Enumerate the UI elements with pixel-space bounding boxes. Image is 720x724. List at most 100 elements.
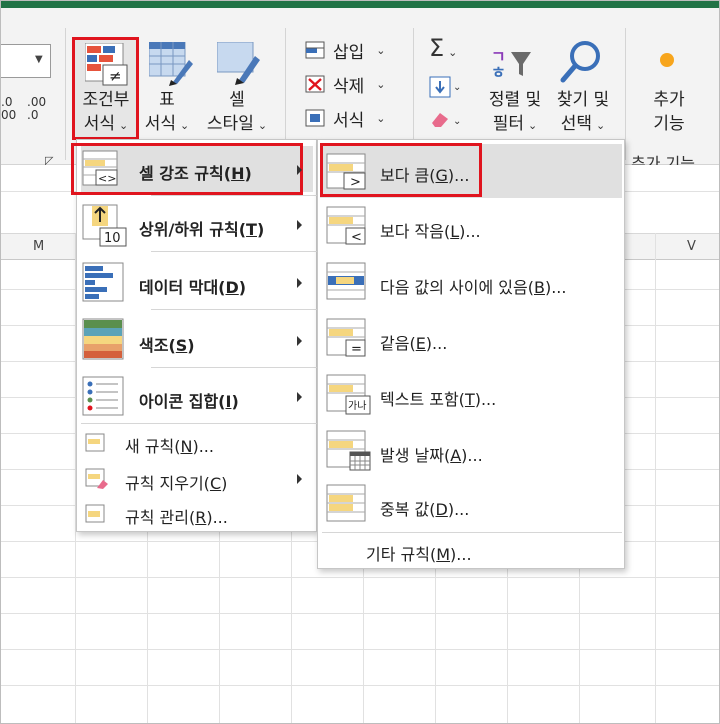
menu-separator — [151, 367, 317, 368]
highlight-rules-label: 셀 강조 규칙( — [139, 164, 232, 183]
chevron-down-icon: ⌄ — [119, 119, 129, 132]
menu-item-data-bars[interactable]: 데이터 막대(D) — [77, 254, 317, 308]
increase-decimal-icon: .0 00 — [1, 95, 17, 122]
conditional-formatting-menu: <> 셀 강조 규칙(H) 10 상위/하위 규칙(T) 데이터 막대(D) 색… — [71, 139, 317, 532]
icon-sets-icon — [82, 376, 124, 416]
fill-button[interactable]: ⌄ — [429, 76, 463, 102]
between-label: 다음 값의 사이에 있음( — [380, 278, 534, 297]
sort-filter-label-2: 필터 — [492, 114, 525, 134]
chevron-down-icon: ⌄ — [376, 44, 386, 57]
number-format-dropdown[interactable] — [1, 44, 51, 78]
text-contains-icon: 가나 — [326, 374, 371, 415]
manage-rules-label: 규칙 관리( — [125, 508, 196, 527]
color-scales-end: ) — [187, 336, 195, 355]
menu-item-equal-to[interactable]: = 같음(E)... — [318, 310, 624, 366]
svg-text:<>: <> — [98, 172, 116, 185]
menu-item-between[interactable]: 다음 값의 사이에 있음(B)... — [318, 254, 624, 310]
menu-item-date-occurring[interactable]: 발생 날짜(A)... — [318, 422, 624, 478]
submenu-arrow-icon — [297, 278, 302, 288]
manage-rules-icon — [85, 504, 105, 523]
menu-item-highlight-cells-rules[interactable]: <> 셀 강조 규칙(H) — [77, 146, 317, 192]
menu-separator — [81, 423, 317, 424]
chevron-down-icon: ⌄ — [596, 119, 606, 132]
top-bottom-end: ) — [256, 220, 265, 239]
sort-filter-label-1: 정렬 및 — [488, 90, 542, 110]
menu-item-more-rules[interactable]: 기타 규칙(M)... — [318, 535, 624, 567]
highlight-rules-key: H — [231, 164, 245, 183]
more-rules-end: )... — [450, 545, 472, 564]
highlight-cells-rules-submenu: > 보다 큼(G)... < 보다 작음(L)... 다음 값의 사이에 있음(… — [317, 139, 625, 569]
menu-item-less-than[interactable]: < 보다 작음(L)... — [318, 198, 624, 254]
cell-styles-icon — [217, 42, 260, 85]
addins-button[interactable]: 추가 기능 — [641, 88, 697, 136]
duplicate-values-icon — [326, 484, 366, 522]
equal-to-icon: = — [326, 318, 366, 357]
equal-to-key: E — [415, 334, 426, 353]
sort-filter-button[interactable]: 정렬 및 필터 ⌄ — [479, 88, 551, 138]
duplicate-values-label: 중복 값( — [380, 500, 436, 519]
more-rules-label: 기타 규칙( — [366, 545, 437, 564]
find-select-label-2: 선택 — [560, 114, 593, 134]
manage-rules-end: )... — [206, 508, 228, 527]
greater-than-icon: > — [326, 153, 366, 190]
insert-cells-button[interactable]: 삽입 ⌄ — [305, 38, 386, 63]
menu-item-clear-rules[interactable]: 규칙 지우기(C) — [77, 462, 317, 496]
decrease-decimal-button[interactable]: .00.0 — [27, 96, 46, 122]
autosum-button[interactable]: Σ ⌄ — [429, 34, 457, 62]
menu-item-duplicate-values[interactable]: 중복 값(D)... — [318, 478, 624, 532]
cell-styles-label-1: 셀 — [229, 90, 245, 110]
menu-item-icon-sets[interactable]: 아이콘 집합(I) — [77, 370, 317, 422]
addins-icon — [660, 53, 674, 67]
delete-cells-icon — [305, 75, 325, 92]
format-cells-button[interactable]: 서식 ⌄ — [305, 106, 386, 131]
less-than-end: )... — [459, 222, 481, 241]
data-bars-icon — [82, 262, 124, 302]
chevron-down-icon: ⌄ — [180, 119, 190, 132]
chevron-down-icon: ⌄ — [376, 112, 386, 125]
increase-decimal-button[interactable]: .0 00 — [1, 96, 16, 122]
equal-to-label: 같음( — [380, 334, 416, 353]
top-bottom-rules-icon: 10 — [82, 204, 127, 247]
format-as-table-label-1: 표 — [159, 90, 175, 110]
highlight-cells-rules-icon: <> — [82, 150, 118, 186]
submenu-arrow-icon — [297, 336, 302, 346]
clear-rules-icon — [85, 468, 108, 489]
submenu-arrow-icon — [297, 392, 302, 402]
column-header-v[interactable]: V — [687, 239, 696, 254]
format-as-table-button[interactable]: 표 서식 ⌄ — [139, 88, 195, 138]
cell-styles-label-2: 스타일 — [206, 114, 254, 134]
manage-rules-key: R — [195, 508, 207, 527]
clear-button[interactable]: ⌄ — [429, 108, 463, 134]
conditional-formatting-icon: ≠ — [85, 43, 128, 86]
delete-label: 삭제 — [333, 77, 365, 97]
text-contains-key: T — [464, 390, 475, 409]
delete-cells-button[interactable]: 삭제 ⌄ — [305, 72, 386, 97]
menu-item-greater-than[interactable]: > 보다 큼(G)... — [318, 144, 624, 198]
decrease-decimal-icon: .00.0 — [27, 95, 47, 122]
cell-styles-button[interactable]: 셀 스타일 ⌄ — [201, 88, 273, 138]
menu-item-top-bottom-rules[interactable]: 10 상위/하위 규칙(T) — [77, 198, 317, 250]
less-than-key: L — [450, 222, 460, 241]
menu-item-manage-rules[interactable]: 규칙 관리(R)... — [77, 498, 317, 532]
between-key: B — [533, 278, 545, 297]
submenu-arrow-icon — [297, 220, 302, 230]
duplicate-values-key: D — [435, 500, 448, 519]
conditional-formatting-label-1: 조건부 — [82, 90, 130, 110]
addins-label-1: 추가 — [653, 90, 685, 110]
column-header-m[interactable]: M — [33, 239, 44, 254]
format-cells-icon — [305, 109, 325, 126]
conditional-formatting-label-2: 서식 — [83, 114, 116, 134]
equal-to-end: )... — [425, 334, 448, 353]
find-select-button[interactable]: 찾기 및 선택 ⌄ — [547, 88, 619, 138]
top-bottom-label: 상위/하위 규칙( — [139, 220, 247, 239]
menu-item-new-rule[interactable]: 새 규칙(N)... — [77, 426, 317, 460]
menu-item-color-scales[interactable]: 색조(S) — [77, 312, 317, 366]
text-contains-end: )... — [474, 390, 497, 409]
more-rules-key: M — [436, 545, 451, 564]
color-scales-key: S — [175, 336, 188, 355]
svg-text:⌄: ⌄ — [453, 116, 461, 127]
menu-item-text-contains[interactable]: 가나 텍스트 포함(T)... — [318, 366, 624, 422]
new-rule-icon — [85, 433, 105, 452]
format-as-table-icon — [149, 42, 193, 86]
new-rule-key: N — [180, 437, 193, 456]
